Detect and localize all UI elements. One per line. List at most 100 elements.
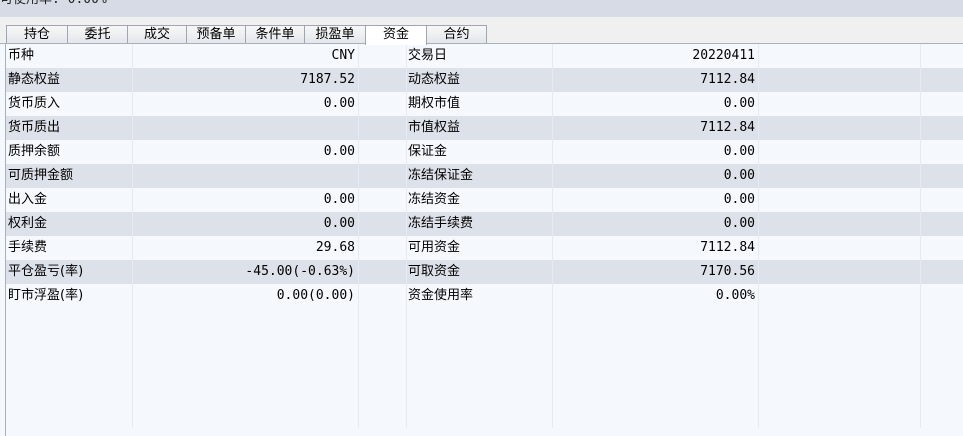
tab-contracts[interactable]: 合约	[426, 25, 487, 44]
empty-cell	[921, 68, 963, 92]
field-value: 29.68	[133, 236, 359, 260]
field-label: 保证金	[407, 140, 553, 164]
field-value: 0.00	[133, 212, 359, 236]
field-value: 0.00	[553, 140, 759, 164]
empty-cell	[6, 332, 133, 356]
field-label: 冻结资金	[407, 188, 553, 212]
empty-cell	[6, 356, 133, 380]
empty-cell	[133, 332, 359, 356]
field-value: 20220411	[553, 44, 759, 68]
spacer-cell	[359, 212, 407, 236]
table-row[interactable]: 质押余额 0.00 保证金 0.00	[6, 140, 963, 164]
tab-bar: 持仓 委托 成交 预备单 条件单 损盈单 资金 合约	[0, 17, 963, 45]
table-row[interactable]: 货币质出 市值权益 7112.84	[6, 116, 963, 140]
empty-cell	[921, 404, 963, 428]
field-value: CNY	[133, 44, 359, 68]
empty-cell	[759, 284, 921, 308]
tab-conditional-orders[interactable]: 条件单	[245, 25, 305, 44]
tab-preset-orders[interactable]: 预备单	[186, 25, 246, 44]
field-label: 可取资金	[407, 260, 553, 284]
funds-grid: 币种 CNY 交易日 20220411 静态权益 7187.52 动态权益 71…	[5, 44, 963, 436]
spacer-cell	[359, 68, 407, 92]
empty-cell	[759, 236, 921, 260]
empty-cell	[921, 140, 963, 164]
empty-cell	[759, 92, 921, 116]
field-value: 0.00	[553, 92, 759, 116]
field-value: 7112.84	[553, 236, 759, 260]
field-label: 期权市值	[407, 92, 553, 116]
field-value: 0.00	[553, 188, 759, 212]
table-row[interactable]: 手续费 29.68 可用资金 7112.84	[6, 236, 963, 260]
empty-cell	[6, 380, 133, 404]
empty-cell	[921, 356, 963, 380]
empty-row	[6, 380, 963, 404]
empty-cell	[553, 404, 759, 428]
table-row[interactable]: 可质押金额 冻结保证金 0.00	[6, 164, 963, 188]
empty-cell	[133, 404, 359, 428]
field-value: 7112.84	[553, 68, 759, 92]
empty-cell	[921, 164, 963, 188]
tab-orders[interactable]: 委托	[67, 25, 128, 44]
empty-cell	[759, 260, 921, 284]
table-row[interactable]: 静态权益 7187.52 动态权益 7112.84	[6, 68, 963, 92]
empty-cell	[759, 212, 921, 236]
tab-positions[interactable]: 持仓	[6, 25, 68, 44]
field-label: 手续费	[6, 236, 133, 260]
tab-funds[interactable]: 资金	[365, 25, 427, 45]
field-value	[133, 164, 359, 188]
field-value: 0.00(0.00)	[133, 284, 359, 308]
field-label: 权利金	[6, 212, 133, 236]
table-row[interactable]: 盯市浮盈(率) 0.00(0.00) 资金使用率 0.00%	[6, 284, 963, 308]
empty-cell	[133, 356, 359, 380]
table-row[interactable]: 出入金 0.00 冻结资金 0.00	[6, 188, 963, 212]
table-row[interactable]: 权利金 0.00 冻结手续费 0.00	[6, 212, 963, 236]
empty-cell	[921, 92, 963, 116]
empty-cell	[759, 188, 921, 212]
empty-cell	[921, 284, 963, 308]
empty-cell	[759, 308, 921, 332]
field-label: 出入金	[6, 188, 133, 212]
table-row[interactable]: 平仓盈亏(率) -45.00(-0.63%) 可取资金 7170.56	[6, 260, 963, 284]
table-row[interactable]: 货币质入 0.00 期权市值 0.00	[6, 92, 963, 116]
empty-cell	[921, 380, 963, 404]
field-label: 静态权益	[6, 68, 133, 92]
empty-cell	[407, 356, 553, 380]
empty-cell	[921, 44, 963, 68]
field-value: 0.00	[133, 92, 359, 116]
field-value: 7187.52	[133, 68, 359, 92]
empty-cell	[133, 380, 359, 404]
table-row[interactable]: 币种 CNY 交易日 20220411	[6, 44, 963, 68]
empty-cell	[359, 332, 407, 356]
empty-row	[6, 356, 963, 380]
tab-stop-orders[interactable]: 损盈单	[304, 25, 366, 44]
empty-cell	[133, 308, 359, 332]
empty-cell	[759, 164, 921, 188]
empty-cell	[407, 308, 553, 332]
field-label: 货币质出	[6, 116, 133, 140]
empty-cell	[921, 236, 963, 260]
tab-trades[interactable]: 成交	[127, 25, 187, 44]
empty-cell	[759, 116, 921, 140]
spacer-cell	[359, 140, 407, 164]
field-label: 可质押金额	[6, 164, 133, 188]
field-value: 7112.84	[553, 116, 759, 140]
empty-cell	[921, 308, 963, 332]
empty-cell	[407, 380, 553, 404]
field-label: 可用资金	[407, 236, 553, 260]
empty-cell	[359, 380, 407, 404]
empty-cell	[553, 332, 759, 356]
empty-cell	[921, 188, 963, 212]
empty-cell	[407, 332, 553, 356]
spacer-cell	[359, 92, 407, 116]
empty-cell	[6, 404, 133, 428]
field-value: 0.00%	[553, 284, 759, 308]
field-value: 0.00	[133, 140, 359, 164]
empty-cell	[759, 140, 921, 164]
spacer-cell	[359, 188, 407, 212]
field-label: 冻结保证金	[407, 164, 553, 188]
empty-cell	[359, 356, 407, 380]
field-label: 币种	[6, 44, 133, 68]
empty-cell	[921, 212, 963, 236]
spacer-cell	[359, 284, 407, 308]
field-value: 0.00	[553, 212, 759, 236]
